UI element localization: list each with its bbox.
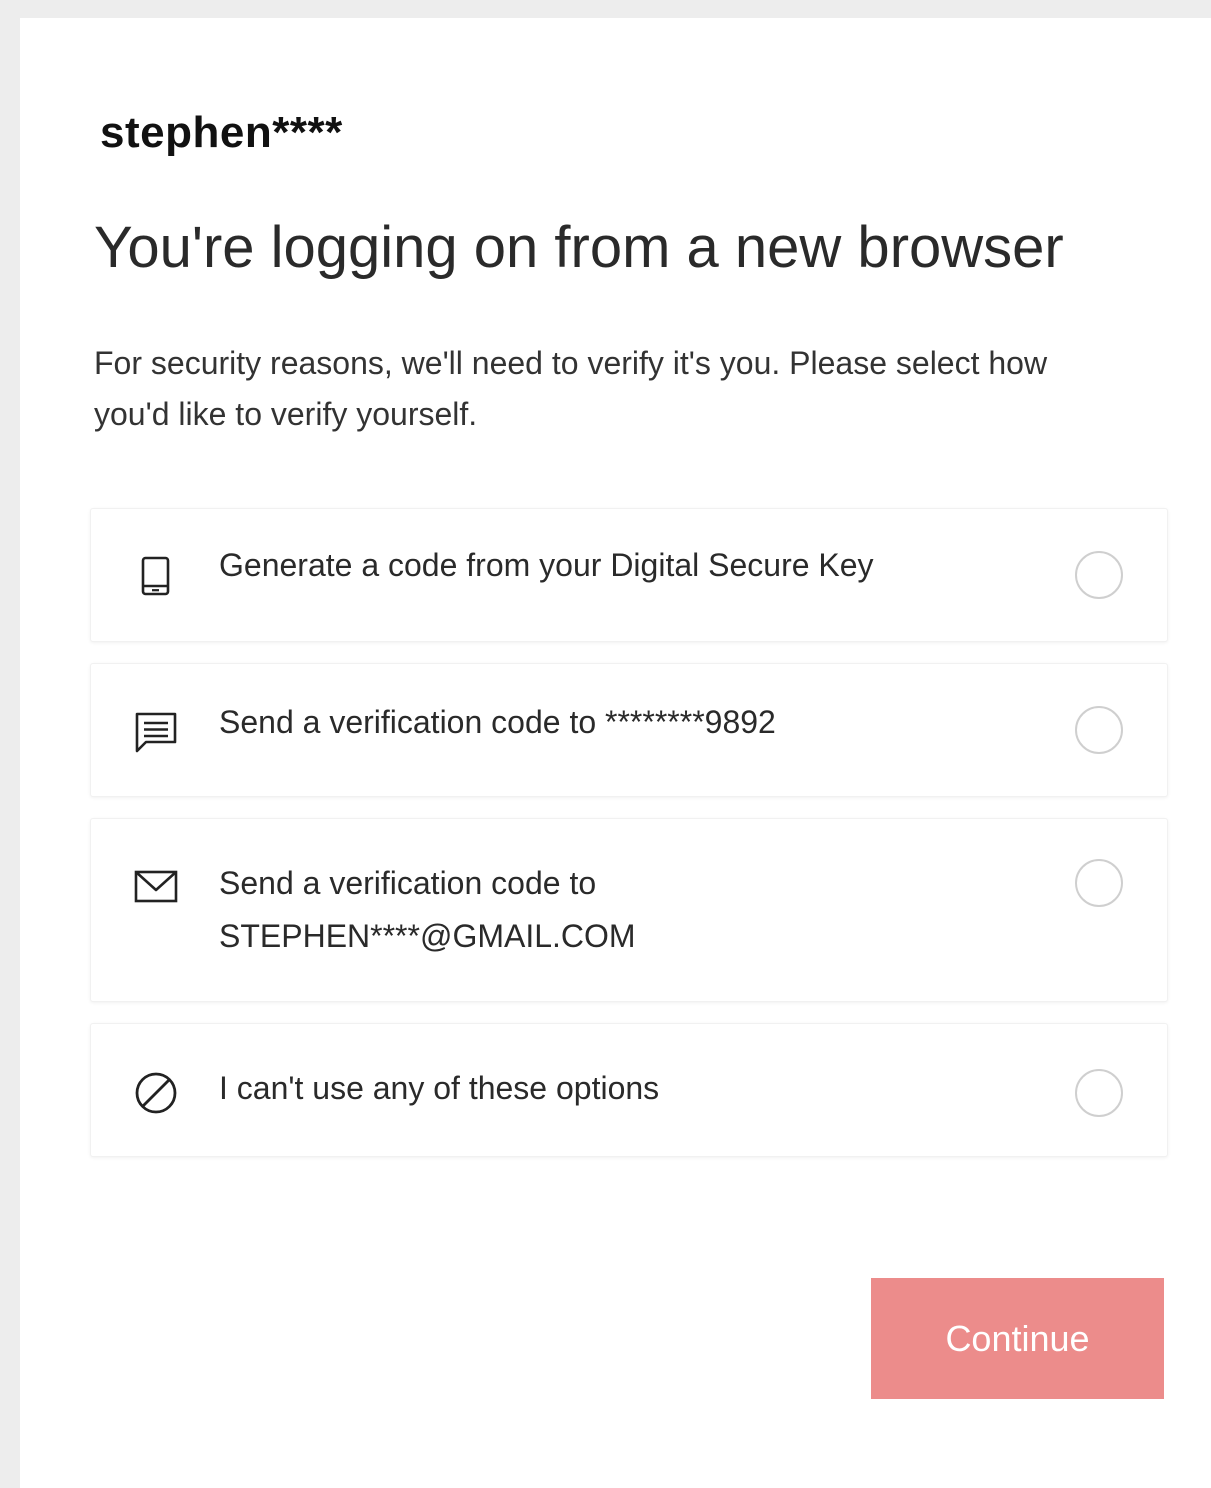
radio-email-code[interactable] <box>1075 859 1123 907</box>
page-heading: You're logging on from a new browser <box>94 215 1064 280</box>
radio-sms-code[interactable] <box>1075 706 1123 754</box>
option-digital-secure-key[interactable]: Generate a code from your Digital Secure… <box>90 508 1168 642</box>
prohibited-icon <box>133 1070 179 1116</box>
option-label: Generate a code from your Digital Secure… <box>219 547 874 583</box>
option-label: Send a verification code to <box>219 865 597 901</box>
mobile-device-icon <box>133 553 179 599</box>
option-label: I can't use any of these options <box>219 1070 660 1106</box>
option-email-address: STEPHEN****@GMAIL.COM <box>219 918 636 954</box>
option-label-group: Send a verification code to STEPHEN****@… <box>219 857 636 963</box>
continue-button[interactable]: Continue <box>871 1278 1164 1399</box>
option-sms-code[interactable]: Send a verification code to ********9892 <box>90 663 1168 797</box>
option-none[interactable]: I can't use any of these options <box>90 1023 1168 1157</box>
option-email-code[interactable]: Send a verification code to STEPHEN****@… <box>90 818 1168 1002</box>
message-icon <box>133 710 179 756</box>
verification-card: stephen**** You're logging on from a new… <box>20 18 1211 1488</box>
radio-none[interactable] <box>1075 1069 1123 1117</box>
radio-digital-secure-key[interactable] <box>1075 551 1123 599</box>
envelope-icon <box>133 864 179 910</box>
page-description: For security reasons, we'll need to veri… <box>94 345 1048 432</box>
option-label: Send a verification code to ********9892 <box>219 704 776 740</box>
account-username: stephen**** <box>100 108 343 157</box>
